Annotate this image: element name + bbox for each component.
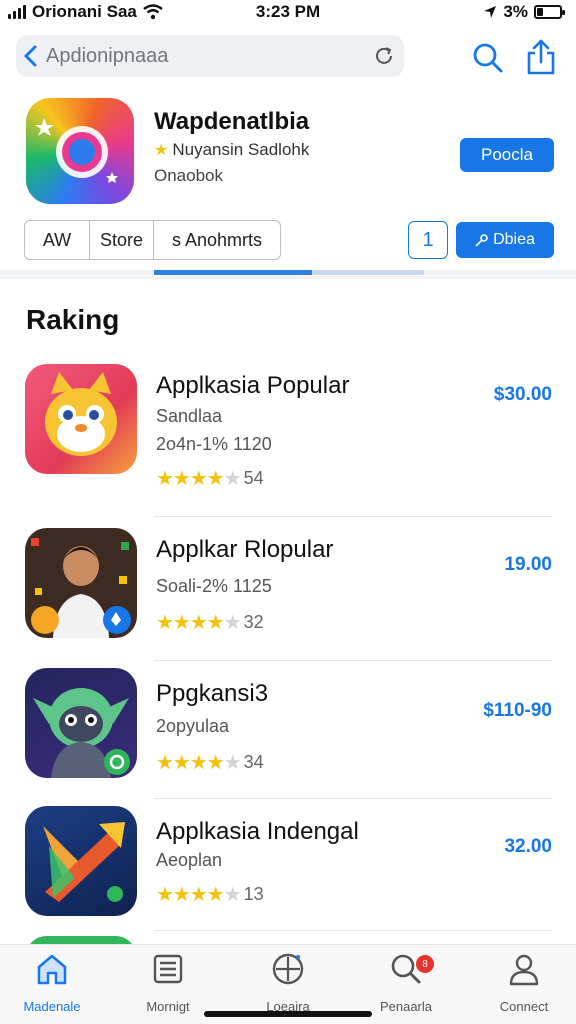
- compass-icon: [272, 953, 304, 985]
- search-input[interactable]: Apdionipnaaa: [46, 45, 364, 68]
- tab-announcements[interactable]: s Anohmrts: [153, 220, 281, 260]
- profile-icon: [509, 954, 539, 986]
- hero-subtitle-text: Nuyansin Sadlohk: [172, 140, 310, 159]
- tab-store[interactable]: Store: [90, 220, 154, 260]
- segmented-tabs: AW Store s Anohmrts: [24, 220, 281, 260]
- star-empty-icon: ★: [223, 752, 242, 774]
- star-empty-icon: ★: [223, 884, 242, 906]
- tab-indicator: [0, 270, 576, 275]
- list-item[interactable]: Ppgkansi3 2opyulaa ★★★★ ★ 34 $110-90: [0, 668, 576, 812]
- star-icon: ★★★★: [156, 612, 225, 634]
- list-item[interactable]: Applkar Rlopular Soali-2% 1125 ★★★★ ★ 32 …: [0, 528, 576, 672]
- notification-badge: 8: [416, 955, 434, 973]
- hero-app-subtitle: ★ Nuyansin Sadlohk: [154, 140, 309, 160]
- app-name: Applkasia Indengal: [156, 818, 359, 845]
- star-icon: ★★★★: [156, 884, 225, 906]
- news-icon: [153, 954, 183, 984]
- star-icon: ★: [154, 142, 169, 159]
- section-title: Raking: [26, 304, 120, 335]
- home-icon: [37, 954, 67, 985]
- app-icon-creature[interactable]: [25, 668, 137, 778]
- back-icon[interactable]: [16, 35, 46, 77]
- row-divider: [154, 930, 552, 931]
- star-empty-icon: ★: [223, 612, 242, 634]
- hero-app-developer: Onaobok: [154, 166, 223, 185]
- location-icon: [484, 6, 497, 18]
- row-divider: [154, 798, 552, 799]
- details-button[interactable]: Dbiea: [456, 222, 554, 258]
- rating-count: 34: [243, 752, 264, 772]
- address-bar[interactable]: Apdionipnaaa: [16, 35, 404, 77]
- app-icon-person[interactable]: [25, 528, 137, 638]
- nav-label: Connect: [499, 999, 549, 1014]
- nav-explore[interactable]: Loeaira: [238, 951, 338, 1017]
- divider: [0, 276, 576, 279]
- price-button[interactable]: $110-90: [483, 700, 552, 722]
- search-icon[interactable]: [470, 40, 506, 76]
- key-icon: [475, 234, 488, 247]
- get-button[interactable]: Poocla: [460, 138, 554, 172]
- count-button[interactable]: 1: [408, 221, 448, 259]
- row-divider: [154, 660, 552, 661]
- app-name: Applkasia Popular: [156, 372, 350, 399]
- status-right: 3%: [483, 2, 565, 22]
- rating-count: 32: [243, 612, 264, 632]
- list-item[interactable]: Applkasia Popular Sandlaa 2o4n-1% 1120 ★…: [0, 364, 576, 517]
- rating: ★★★★ ★ 34: [156, 750, 264, 775]
- share-icon[interactable]: [524, 38, 558, 76]
- app-name: Ppgkansi3: [156, 680, 269, 707]
- home-indicator: [204, 1011, 372, 1017]
- app-category: 2opyulaa: [156, 716, 230, 736]
- app-meta: 2o4n-1% 1120: [156, 434, 272, 454]
- star-icon: ★★★★: [156, 752, 225, 774]
- app-meta: Soali-2% 1125: [156, 576, 272, 596]
- list-item[interactable]: Applkasia Indengal Aeoplan ★★★★ ★ 13 32.0…: [0, 806, 576, 950]
- rating: ★★★★ ★ 32: [156, 610, 264, 635]
- price-button[interactable]: $30.00: [494, 384, 552, 406]
- row-divider: [154, 516, 552, 517]
- rating-count: 13: [243, 884, 264, 904]
- status-bar: Orionani Saa 3:23 PM 3%: [0, 0, 576, 26]
- nav-label: Mornigt: [146, 999, 190, 1014]
- battery-percent: 3%: [503, 2, 528, 21]
- hero-app-icon[interactable]: [26, 98, 134, 204]
- nav-label: Penaarla: [379, 999, 433, 1014]
- tab-all[interactable]: AW: [24, 220, 90, 260]
- app-category: Sandlaa: [156, 406, 223, 426]
- hero-app-title: Wapdenatlbia: [154, 108, 310, 135]
- app-category: Aeoplan: [156, 850, 223, 870]
- price-button[interactable]: 32.00: [504, 836, 552, 858]
- nav-home[interactable]: Madenale: [2, 951, 102, 1017]
- app-name: Applkar Rlopular: [156, 536, 334, 563]
- nav-label: Madenale: [23, 999, 81, 1014]
- rating: ★★★★ ★ 54: [156, 466, 264, 491]
- price-button[interactable]: 19.00: [504, 554, 552, 576]
- star-empty-icon: ★: [223, 468, 242, 490]
- nav-profile[interactable]: Connect: [474, 951, 574, 1017]
- app-icon-arrow[interactable]: [25, 806, 137, 916]
- rating-count: 54: [243, 468, 264, 488]
- rating: ★★★★ ★ 13: [156, 882, 264, 907]
- reload-icon[interactable]: [364, 35, 404, 77]
- details-button-label: Dbiea: [493, 231, 535, 248]
- app-icon-cat[interactable]: [25, 364, 137, 474]
- battery-icon: [534, 5, 565, 19]
- nav-news[interactable]: Mornigt: [118, 951, 218, 1017]
- nav-search[interactable]: 8 Penaarla: [356, 951, 456, 1017]
- star-icon: ★★★★: [156, 468, 225, 490]
